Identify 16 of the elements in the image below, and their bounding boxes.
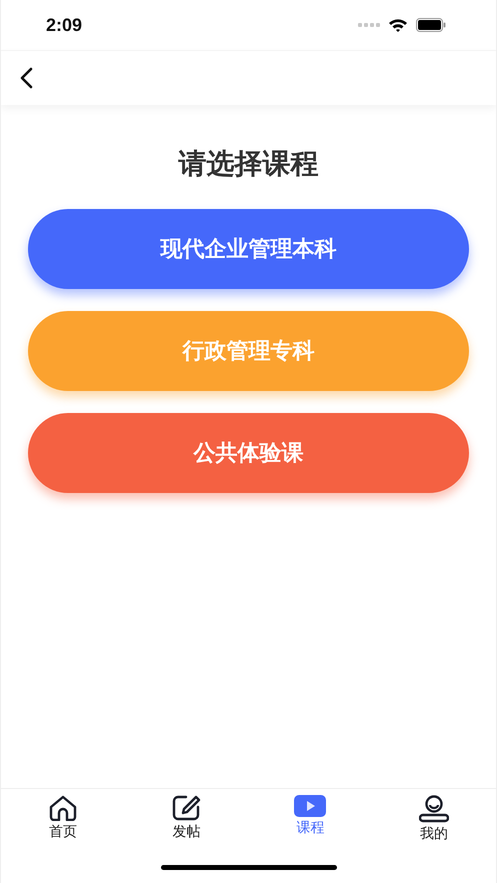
course-button[interactable]: 公共体验课: [28, 413, 469, 493]
tab-item[interactable]: 我的: [372, 789, 496, 849]
wifi-icon: [388, 18, 408, 32]
play-icon: [294, 795, 326, 817]
edit-icon: [172, 795, 202, 821]
home-icon: [48, 795, 78, 821]
page-title: 请选择课程: [178, 146, 318, 182]
signal-icon: [358, 23, 380, 27]
battery-icon: [416, 18, 446, 32]
back-icon[interactable]: [18, 67, 34, 89]
status-time: 2:09: [46, 14, 82, 36]
tab-item[interactable]: 课程: [248, 789, 372, 849]
profile-icon: [419, 795, 450, 823]
course-button[interactable]: 现代企业管理本科: [28, 209, 469, 289]
tab-item[interactable]: 发帖: [124, 789, 248, 849]
tab-item[interactable]: 首页: [1, 789, 125, 849]
